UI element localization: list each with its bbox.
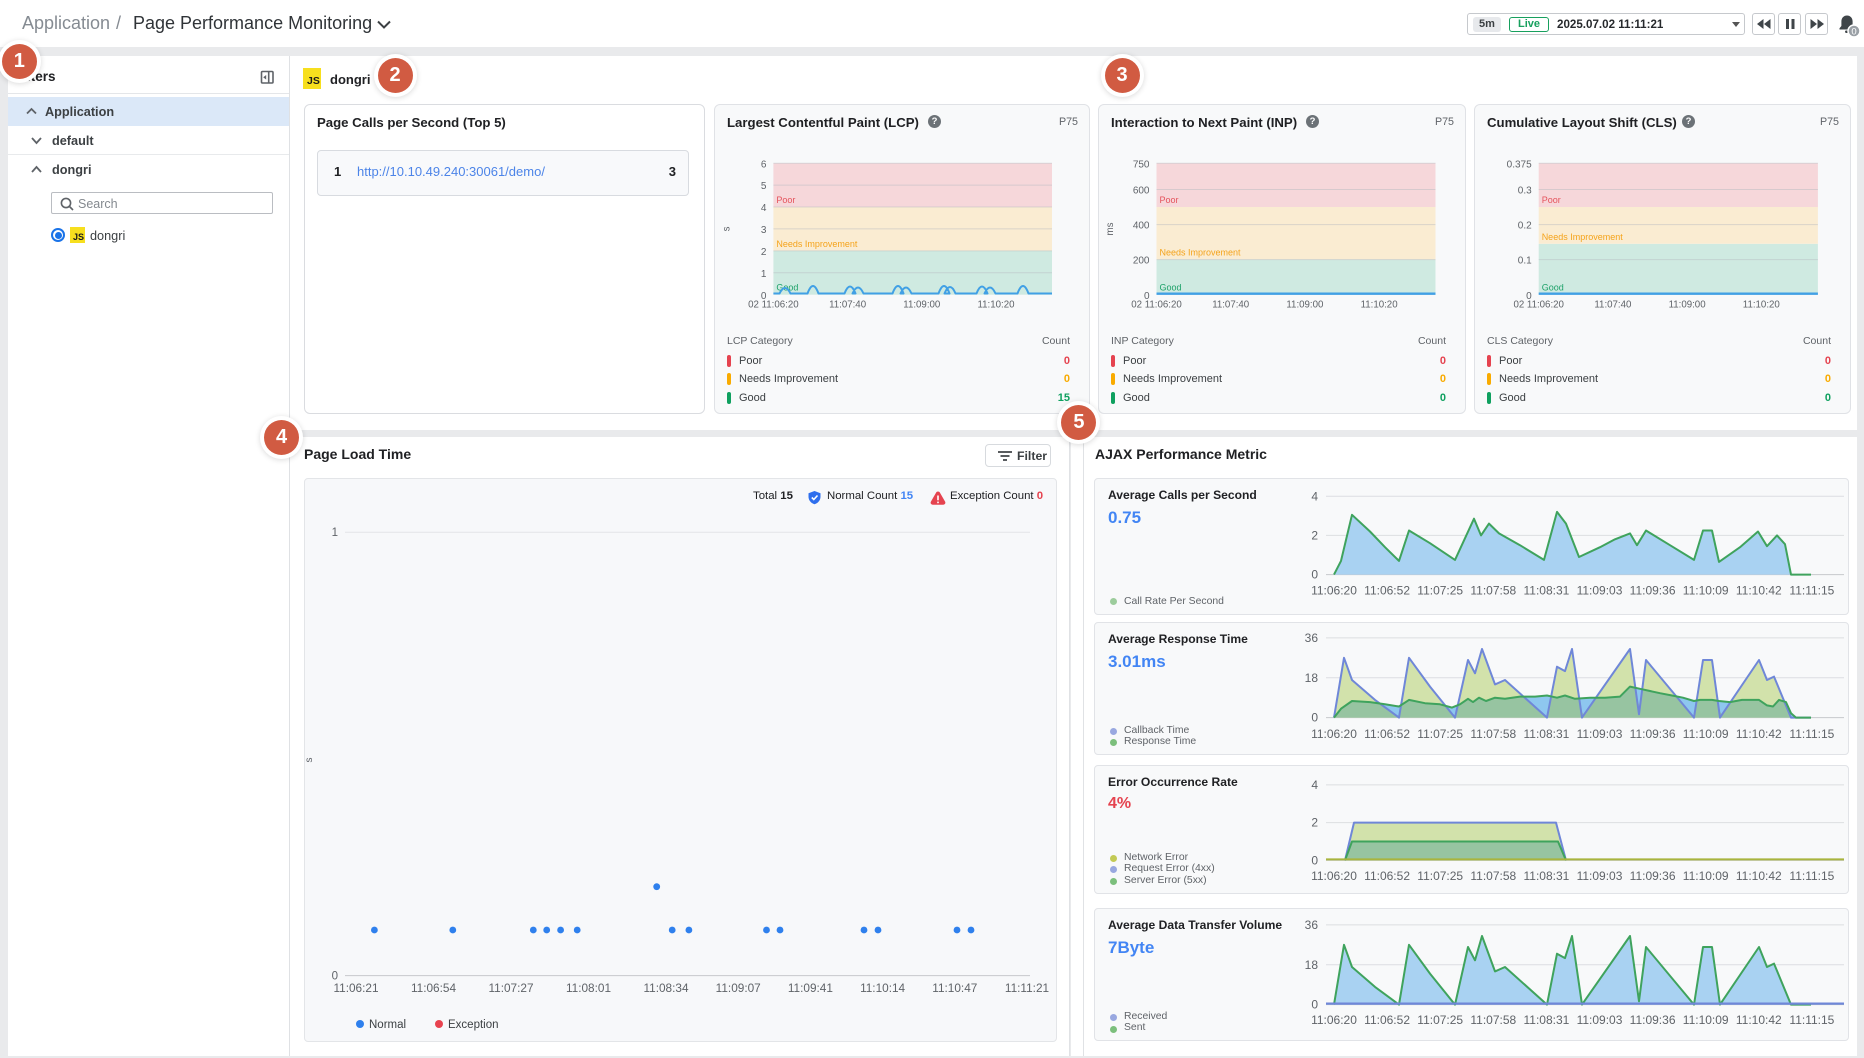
svg-text:11:06:52: 11:06:52 <box>1364 727 1410 741</box>
svg-text:11:11:15: 11:11:15 <box>1789 727 1834 741</box>
svg-text:11:06:52: 11:06:52 <box>1364 1013 1410 1027</box>
svg-text:11:09:03: 11:09:03 <box>1577 584 1623 598</box>
svg-text:11:07:25: 11:07:25 <box>1417 869 1463 883</box>
svg-text:0: 0 <box>1311 854 1318 868</box>
svg-text:11:10:42: 11:10:42 <box>1736 1013 1782 1027</box>
svg-text:11:07:25: 11:07:25 <box>1417 1013 1463 1027</box>
svg-text:36: 36 <box>1305 918 1319 932</box>
svg-text:4: 4 <box>1311 489 1318 503</box>
svg-text:11:06:20: 11:06:20 <box>1311 869 1357 883</box>
svg-text:11:07:25: 11:07:25 <box>1417 727 1463 741</box>
svg-text:11:07:25: 11:07:25 <box>1417 584 1463 598</box>
svg-text:11:10:09: 11:10:09 <box>1683 727 1729 741</box>
svg-text:36: 36 <box>1305 631 1319 645</box>
svg-text:11:07:58: 11:07:58 <box>1470 727 1516 741</box>
svg-text:18: 18 <box>1305 671 1319 685</box>
svg-text:11:09:36: 11:09:36 <box>1630 584 1676 598</box>
svg-text:11:08:31: 11:08:31 <box>1523 1013 1569 1027</box>
svg-text:0: 0 <box>1311 568 1318 582</box>
svg-text:11:11:15: 11:11:15 <box>1789 584 1834 598</box>
svg-text:11:10:09: 11:10:09 <box>1683 1013 1729 1027</box>
svg-text:4: 4 <box>1311 778 1318 792</box>
svg-text:2: 2 <box>1311 529 1318 543</box>
svg-text:11:11:15: 11:11:15 <box>1789 1013 1834 1027</box>
svg-text:11:06:20: 11:06:20 <box>1311 584 1357 598</box>
svg-text:11:09:36: 11:09:36 <box>1630 727 1676 741</box>
svg-text:11:06:20: 11:06:20 <box>1311 1013 1357 1027</box>
svg-text:11:09:03: 11:09:03 <box>1577 727 1623 741</box>
svg-text:11:10:42: 11:10:42 <box>1736 727 1782 741</box>
svg-text:11:11:15: 11:11:15 <box>1789 869 1834 883</box>
svg-text:11:06:20: 11:06:20 <box>1311 727 1357 741</box>
svg-text:11:08:31: 11:08:31 <box>1523 584 1569 598</box>
svg-text:11:07:58: 11:07:58 <box>1470 1013 1516 1027</box>
svg-text:0: 0 <box>1311 998 1318 1012</box>
svg-text:11:07:58: 11:07:58 <box>1470 584 1516 598</box>
svg-text:11:10:09: 11:10:09 <box>1683 869 1729 883</box>
svg-text:11:08:31: 11:08:31 <box>1523 727 1569 741</box>
svg-text:11:06:52: 11:06:52 <box>1364 869 1410 883</box>
svg-text:0: 0 <box>1311 711 1318 725</box>
svg-text:11:07:58: 11:07:58 <box>1470 869 1516 883</box>
svg-text:11:09:03: 11:09:03 <box>1577 1013 1623 1027</box>
svg-text:11:09:03: 11:09:03 <box>1577 869 1623 883</box>
svg-text:11:10:42: 11:10:42 <box>1736 869 1782 883</box>
svg-text:11:09:36: 11:09:36 <box>1630 1013 1676 1027</box>
svg-text:2: 2 <box>1311 816 1318 830</box>
svg-text:11:06:52: 11:06:52 <box>1364 584 1410 598</box>
svg-text:11:09:36: 11:09:36 <box>1630 869 1676 883</box>
svg-text:18: 18 <box>1305 958 1319 972</box>
svg-text:11:10:42: 11:10:42 <box>1736 584 1782 598</box>
svg-text:11:10:09: 11:10:09 <box>1683 584 1729 598</box>
svg-text:11:08:31: 11:08:31 <box>1523 869 1569 883</box>
